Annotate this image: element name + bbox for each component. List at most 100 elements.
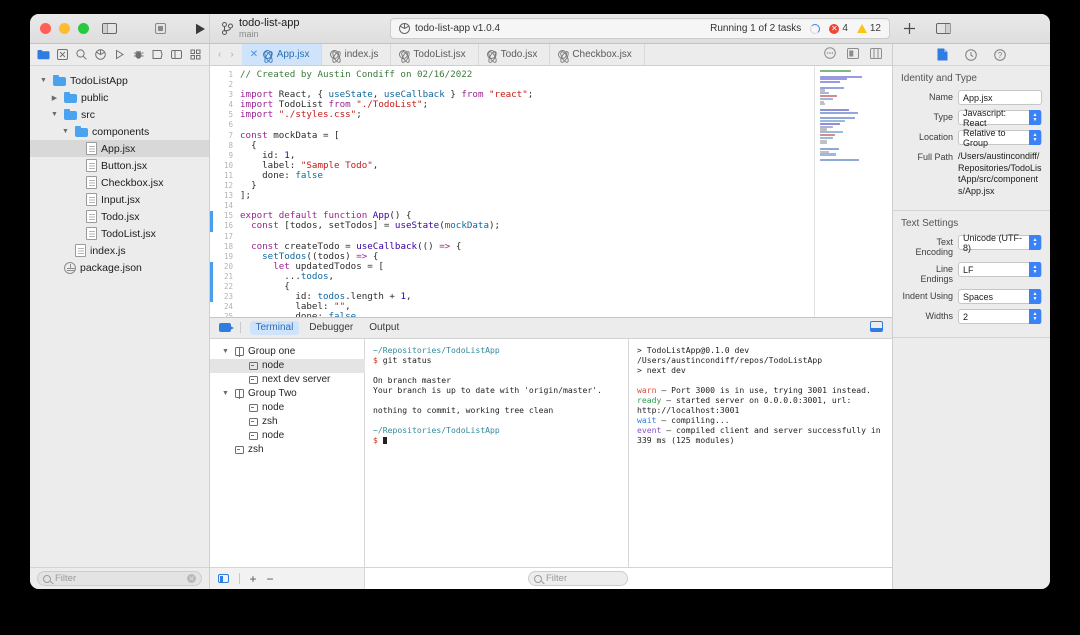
code-line[interactable]: 8 {: [210, 140, 814, 151]
line-number[interactable]: 2: [210, 80, 240, 90]
report-navigator-icon[interactable]: [168, 47, 185, 62]
terminal-icon[interactable]: [219, 323, 234, 332]
terminal-session-group-one[interactable]: ▼ Group one: [210, 345, 365, 359]
run-icon[interactable]: [191, 20, 209, 38]
source-control-icon[interactable]: [54, 47, 71, 62]
chevron-updown-icon[interactable]: ▲ ▼: [1029, 110, 1041, 125]
grid-icon[interactable]: [187, 47, 204, 62]
terminal-session-next-dev-server[interactable]: next dev server: [210, 373, 365, 387]
inspector-combo-line-endings[interactable]: LF ▲ ▼: [958, 262, 1042, 277]
tree-item-app-jsx[interactable]: App.jsx: [30, 140, 209, 157]
line-number[interactable]: 3: [210, 90, 240, 100]
comment-icon[interactable]: [824, 46, 836, 64]
chevron-down-icon[interactable]: ▼: [220, 348, 231, 355]
line-number[interactable]: 25: [210, 312, 240, 316]
chevron-updown-icon[interactable]: ▲ ▼: [1029, 130, 1041, 145]
history-inspector-icon[interactable]: [965, 48, 977, 61]
line-number[interactable]: 22: [210, 281, 240, 293]
terminal-session-list[interactable]: ▼ Group one node next dev server ▼ Group Two n…: [210, 339, 365, 568]
split-editor-icon[interactable]: [870, 46, 882, 64]
breakpoint-navigator-icon[interactable]: [149, 47, 166, 62]
code-minimap[interactable]: [814, 66, 892, 317]
close-tab-icon[interactable]: ✕: [250, 49, 258, 60]
tree-item-src[interactable]: ▼ src: [30, 106, 209, 123]
terminal-session-group-two[interactable]: ▼ Group Two: [210, 387, 365, 401]
inspector-combo-widths[interactable]: 2 ▲ ▼: [958, 309, 1042, 324]
code-editor[interactable]: 1// Created by Austin Condiff on 02/16/2…: [210, 66, 814, 317]
folder-icon[interactable]: [35, 47, 52, 62]
debug-navigator-icon[interactable]: [130, 47, 147, 62]
toggle-debug-panel-icon[interactable]: [870, 319, 883, 337]
tree-item-button-jsx[interactable]: Button.jsx: [30, 157, 209, 174]
line-number[interactable]: 5: [210, 110, 240, 120]
line-number[interactable]: 12: [210, 181, 240, 191]
navigator-filter-input[interactable]: Filter ✕: [37, 571, 202, 586]
editor-tabs[interactable]: ✕ App.jsx index.js TodoList.jsx Todo.jsx Chec…: [241, 44, 645, 65]
tree-item-todolist-jsx[interactable]: TodoList.jsx: [30, 225, 209, 242]
quick-help-icon[interactable]: ?: [994, 48, 1006, 61]
tree-item-package-json[interactable]: package.json: [30, 259, 209, 276]
preview-icon[interactable]: [847, 46, 859, 64]
close-window-button[interactable]: [40, 23, 51, 34]
code-line[interactable]: 25 done: false: [210, 312, 814, 317]
tree-item-public[interactable]: ▶ public: [30, 89, 209, 106]
scheme-selector[interactable]: todo-list-app main: [210, 17, 380, 39]
line-number[interactable]: 15: [210, 211, 240, 222]
inspector-input-name[interactable]: App.jsx: [958, 90, 1042, 105]
chevron-down-icon[interactable]: ▼: [60, 128, 71, 135]
add-session-button[interactable]: +: [250, 573, 257, 585]
sidebar-toggle-icon[interactable]: [101, 20, 117, 38]
back-icon[interactable]: ‹: [218, 49, 221, 60]
line-number[interactable]: 17: [210, 232, 240, 242]
minimize-window-button[interactable]: [59, 23, 70, 34]
toggle-session-list-icon[interactable]: [218, 574, 229, 583]
code-line[interactable]: 12 }: [210, 180, 814, 191]
tree-item-todolistapp[interactable]: ▼ TodoListApp: [30, 72, 209, 89]
window-controls[interactable]: [40, 23, 89, 34]
terminal-output-right[interactable]: > TodoListApp@0.1.0 dev /Users/austincon…: [628, 338, 892, 567]
editor-tab-todo-jsx[interactable]: Todo.jsx: [479, 44, 551, 65]
terminal-session-node[interactable]: node: [210, 401, 365, 415]
code-line[interactable]: 7 const mockData = [: [210, 130, 814, 141]
line-number[interactable]: 1: [210, 70, 240, 80]
test-navigator-icon[interactable]: [111, 47, 128, 62]
chevron-updown-icon[interactable]: ▲ ▼: [1029, 235, 1041, 250]
inspector-combo-type[interactable]: Javascript: React ▲ ▼: [958, 108, 1042, 128]
error-badge[interactable]: ✕ 4: [829, 23, 848, 34]
code-line[interactable]: 11 done: false: [210, 170, 814, 181]
terminal-session-node[interactable]: node: [210, 358, 365, 373]
terminal-session-zsh[interactable]: zsh: [210, 415, 365, 429]
code-line[interactable]: 13];: [210, 191, 814, 201]
debug-tab-terminal[interactable]: Terminal: [249, 320, 300, 335]
line-number[interactable]: 18: [210, 242, 240, 252]
editor-tab-index-js[interactable]: index.js: [322, 44, 392, 65]
line-number[interactable]: 23: [210, 292, 240, 303]
chevron-down-icon[interactable]: ▼: [49, 111, 60, 118]
chevron-right-icon[interactable]: ▶: [49, 94, 60, 102]
forward-icon[interactable]: ›: [230, 49, 233, 60]
clear-icon[interactable]: ✕: [187, 574, 196, 583]
line-number[interactable]: 7: [210, 131, 240, 141]
editor-tab-todolist-jsx[interactable]: TodoList.jsx: [391, 44, 479, 65]
tree-item-input-jsx[interactable]: Input.jsx: [30, 191, 209, 208]
inspector-toggle-icon[interactable]: [934, 20, 952, 38]
tree-item-components[interactable]: ▼ components: [30, 123, 209, 140]
debug-panel-tabs[interactable]: Terminal Debugger Output: [249, 320, 406, 335]
line-number[interactable]: 10: [210, 161, 240, 171]
tree-item-index-js[interactable]: index.js: [30, 242, 209, 259]
project-file-tree[interactable]: ▼ TodoListApp ▶ public ▼ src ▼ components App.js…: [30, 66, 209, 567]
line-number[interactable]: 6: [210, 120, 240, 130]
line-number[interactable]: 13: [210, 191, 240, 201]
line-number[interactable]: 14: [210, 201, 240, 211]
chevron-updown-icon[interactable]: ▲ ▼: [1029, 309, 1041, 324]
chevron-down-icon[interactable]: ▼: [220, 390, 231, 397]
line-number[interactable]: 8: [210, 141, 240, 151]
line-number[interactable]: 20: [210, 261, 240, 272]
code-lines[interactable]: 1// Created by Austin Condiff on 02/16/2…: [210, 66, 814, 317]
inspector-combo-location[interactable]: Relative to Group ▲ ▼: [958, 128, 1042, 148]
warning-badge[interactable]: 12: [856, 23, 881, 34]
editor-history-nav[interactable]: ‹ ›: [210, 44, 242, 65]
debug-tab-output[interactable]: Output: [363, 321, 405, 335]
line-number[interactable]: 16: [210, 221, 240, 232]
terminal-session-zsh[interactable]: zsh: [210, 443, 365, 457]
